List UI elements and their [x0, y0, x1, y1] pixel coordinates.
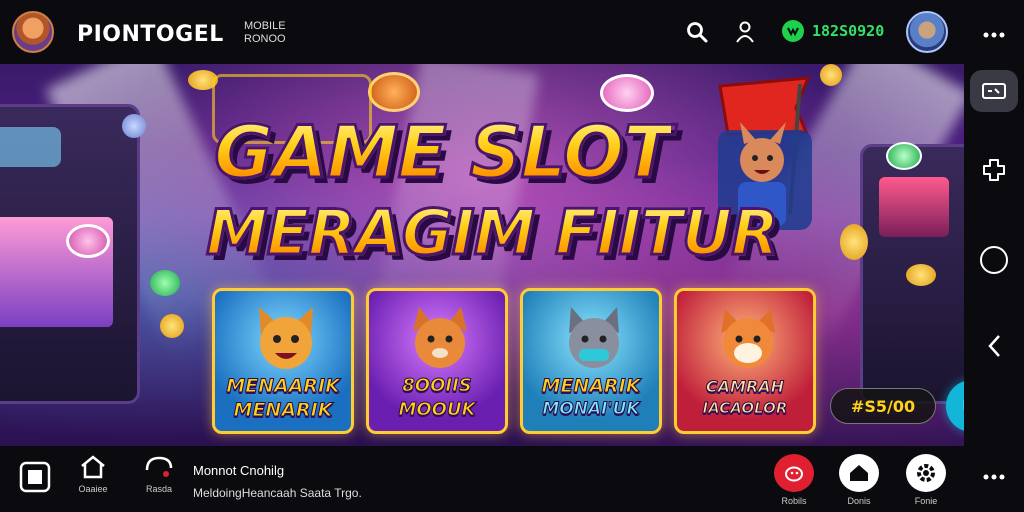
logo-avatar[interactable] [12, 11, 54, 53]
menu-dots-icon[interactable] [964, 20, 1024, 50]
title-line2: MERAGIM FIITUR [205, 195, 781, 271]
nav-item-home[interactable]: Oaaiee [66, 454, 120, 506]
bottom-nav: Oaaiee Rasda Robils Donis Fonie [0, 446, 964, 512]
coin-decoration [368, 72, 420, 112]
brand-sub-line2: RONOO [244, 33, 286, 45]
square-icon [19, 461, 51, 493]
right-sidebar [964, 0, 1024, 512]
coin-decoration [840, 224, 868, 260]
cash-icon[interactable] [964, 68, 1024, 114]
card-1-line1: MENAARIK [226, 375, 341, 398]
coin-decoration [160, 314, 184, 338]
wallet-icon [782, 20, 804, 42]
promo-amount-badge[interactable]: #S5/00 [830, 388, 936, 424]
nav-home-right-label: Donis [847, 496, 871, 506]
puzzle-icon[interactable] [964, 150, 1024, 190]
circle-icon[interactable] [964, 240, 1024, 280]
coin-decoration [906, 264, 936, 286]
feature-card-2[interactable]: 8OOIIS MOOUK [366, 288, 508, 434]
balance-display[interactable]: 182S0920 [782, 20, 884, 42]
wolf-mascot-icon [569, 307, 619, 368]
slot-machine-left [0, 104, 140, 404]
card-4-line1: CAMRAH [705, 377, 785, 397]
nav-item-chat[interactable]: Rasda [132, 454, 186, 506]
chip-decoration [600, 74, 654, 112]
menu-dots-icon[interactable] [964, 462, 1024, 492]
nav-piggy-label: Robils [781, 496, 807, 506]
dog-mascot-icon [413, 307, 467, 368]
hero-banner[interactable]: GAME SLOT GAME SLOT MERAGIM FIITUR MERAG… [0, 64, 964, 446]
home-icon [81, 455, 105, 479]
card-3-line2: MONAI'UK [542, 399, 640, 420]
feature-card-4[interactable]: CAMRAH IACAOLOR [674, 288, 816, 434]
gear-icon [906, 454, 946, 492]
nav-chat-label: Rasda [145, 484, 172, 494]
chip-decoration [150, 270, 180, 296]
nav-item-piggy[interactable]: Robils [767, 454, 821, 506]
top-bar: PIONTOGEL MOBILE RONOO 182S0920 [0, 0, 964, 64]
chip-decoration [886, 142, 922, 170]
search-icon[interactable] [683, 18, 711, 46]
feature-card-3[interactable]: MENARIK MONAI'UK [520, 288, 662, 434]
card-2-line2: MOOUK [398, 399, 476, 421]
nav-settings-label: Fonie [914, 496, 938, 506]
notice-title[interactable]: Monnot Cnohilg [193, 463, 284, 478]
chip-decoration [122, 114, 146, 138]
piggy-icon [774, 454, 814, 492]
notice-text: MeldoingHeancaah Saata Trgo. [193, 486, 362, 500]
brand-sub-line1: MOBILE [244, 20, 286, 32]
chip-decoration [66, 224, 110, 258]
brand-subtitle: MOBILE RONOO [244, 20, 286, 46]
card-4-line2: IACAOLOR [702, 399, 788, 418]
balance-value: 182S0920 [812, 22, 885, 40]
cat-mascot-icon [259, 307, 313, 369]
fox-mascot-icon [721, 309, 775, 368]
card-2-line1: 8OOIIS [402, 375, 473, 397]
brand-name[interactable]: PIONTOGEL [77, 22, 224, 47]
nav-item-home-right[interactable]: Donis [832, 454, 886, 506]
user-icon[interactable] [731, 18, 759, 46]
nav-home-label: Oaaiee [78, 484, 108, 494]
card-3-line1: MENARIK [541, 375, 641, 398]
avatar[interactable] [906, 11, 948, 53]
nav-item-settings[interactable]: Fonie [899, 454, 953, 506]
nav-item-square[interactable] [8, 460, 62, 512]
feature-card-1[interactable]: MENAARIK MENARIK [212, 288, 354, 434]
home-icon [839, 454, 879, 492]
title-line1: GAME SLOT [212, 109, 673, 196]
coin-decoration [820, 64, 842, 86]
card-1-line2: MENARIK [233, 399, 333, 422]
back-arrow-icon[interactable] [964, 326, 1024, 366]
chat-icon [145, 456, 173, 477]
